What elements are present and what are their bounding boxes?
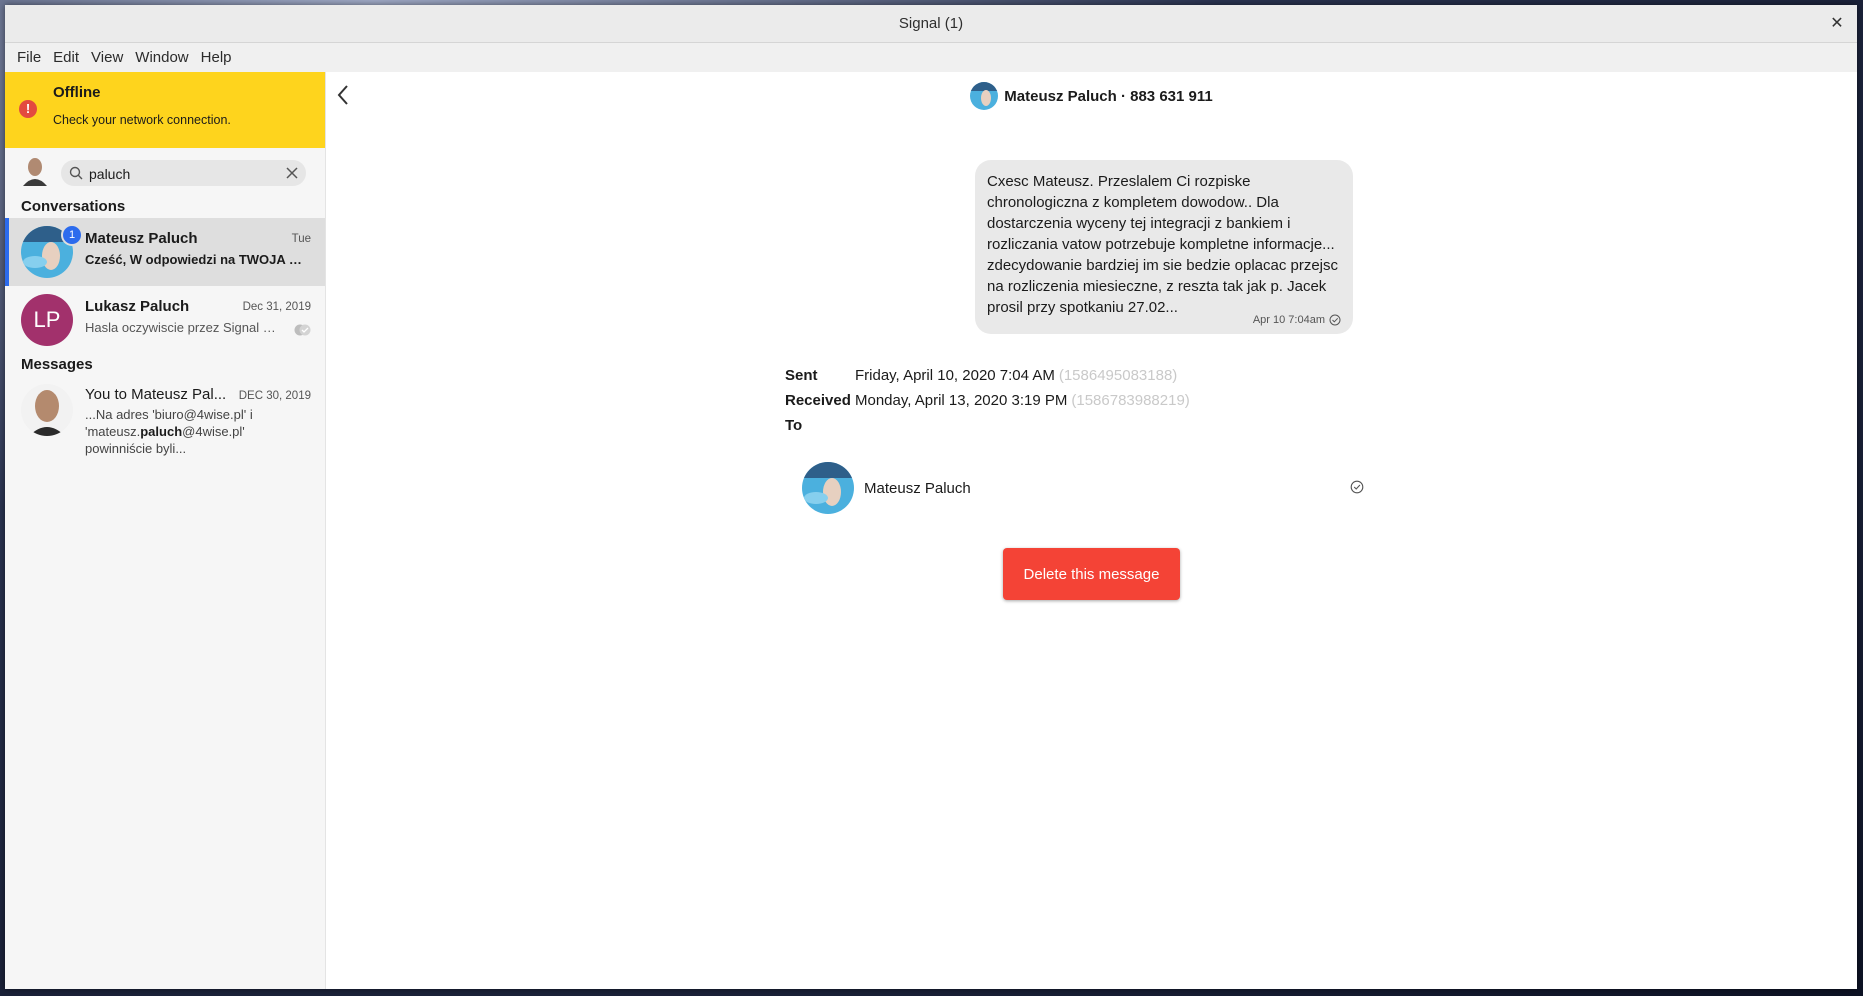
received-raw-timestamp: (1586783988219) — [1071, 392, 1190, 409]
menu-view[interactable]: View — [85, 49, 129, 66]
window-title: Signal (1) — [898, 15, 964, 32]
my-avatar-photo — [21, 156, 49, 186]
conversation-date: Tue — [291, 233, 311, 245]
message-bubble[interactable]: Cxesc Mateusz. Przeslalem Ci rozpiske ch… — [975, 160, 1353, 334]
conversation-header[interactable]: Mateusz Paluch · 883 631 911 — [326, 82, 1857, 110]
recipient-avatar-photo — [802, 462, 854, 514]
message-text: Cxesc Mateusz. Przeslalem Ci rozpiske ch… — [987, 173, 1339, 316]
message-details: Sent Friday, April 10, 2020 7:04 AM (158… — [785, 367, 1190, 442]
sent-check-icon — [1329, 314, 1341, 326]
message-result-snippet: ...Na adres 'biuro@4wise.pl' i 'mateusz.… — [85, 406, 285, 457]
to-label: To — [785, 417, 803, 434]
search-input[interactable] — [87, 163, 271, 185]
menu-bar: File Edit View Window Help — [5, 43, 1857, 73]
conversation-item-lukasz[interactable]: LP Lukasz Paluch Dec 31, 2019 Hasla oczy… — [5, 286, 325, 354]
snippet-highlight: paluch — [140, 424, 183, 439]
conversations-heading: Conversations — [21, 198, 126, 215]
sent-label: Sent — [785, 367, 818, 384]
sent-row: Sent Friday, April 10, 2020 7:04 AM (158… — [785, 367, 1190, 392]
sidebar: ! Offline Check your network connection. — [5, 72, 326, 989]
recipient-avatar — [802, 462, 854, 519]
received-label: Received — [785, 392, 851, 409]
conversation-title: Mateusz Paluch · 883 631 911 — [1004, 87, 1213, 105]
menu-file[interactable]: File — [11, 49, 47, 66]
message-meta: Apr 10 7:04am — [1253, 314, 1341, 326]
message-result-date: DEC 30, 2019 — [238, 390, 311, 402]
recipient-name: Mateusz Paluch — [864, 480, 971, 497]
offline-banner: ! Offline Check your network connection. — [5, 72, 325, 148]
message-timestamp: Apr 10 7:04am — [1252, 314, 1325, 326]
message-details-panel: Mateusz Paluch · 883 631 911 Cxesc Mateu… — [326, 72, 1857, 989]
message-result-title: You to Mateusz Pal... — [85, 386, 227, 403]
sent-value: Friday, April 10, 2020 7:04 AM — [855, 367, 1055, 384]
received-row: Received Monday, April 13, 2020 3:19 PM … — [785, 392, 1190, 417]
conversation-item-mateusz[interactable]: 1 Mateusz Paluch Tue Cześć, W odpowiedzi… — [5, 218, 325, 286]
avatar: LP — [21, 294, 73, 346]
delivery-status-icon — [1350, 480, 1364, 494]
menu-help[interactable]: Help — [195, 49, 238, 66]
read-receipt-icon — [294, 324, 311, 336]
search-icon — [69, 166, 83, 180]
my-avatar[interactable] — [21, 156, 49, 191]
search-box — [61, 160, 306, 186]
avatar-initials: LP — [21, 294, 73, 346]
search-row — [5, 148, 325, 196]
conversation-preview: Cześć, W odpowiedzi na TWOJA … — [85, 252, 302, 267]
header-avatar — [970, 82, 999, 110]
offline-message: Check your network connection. — [53, 113, 231, 127]
clear-search-icon[interactable] — [284, 165, 300, 181]
conversation-name: Mateusz Paluch — [85, 230, 198, 247]
avatar-photo — [21, 384, 73, 436]
unread-badge: 1 — [61, 224, 83, 246]
menu-edit[interactable]: Edit — [47, 49, 85, 66]
conversation-date: Dec 31, 2019 — [242, 301, 311, 313]
conversation-preview: Hasla oczywiscie przez Signal … — [85, 320, 276, 335]
messages-heading: Messages — [21, 356, 93, 373]
to-row: To — [785, 417, 1190, 442]
menu-window[interactable]: Window — [129, 49, 194, 66]
warning-icon: ! — [19, 100, 37, 118]
recipient-row[interactable]: Mateusz Paluch — [802, 462, 1372, 518]
avatar — [21, 384, 73, 441]
offline-title: Offline — [53, 84, 101, 101]
conversation-name: Lukasz Paluch — [85, 298, 190, 315]
delete-message-button[interactable]: Delete this message — [1003, 548, 1180, 600]
close-icon[interactable]: ✕ — [1827, 13, 1847, 33]
signal-window: Signal (1) ✕ File Edit View Window Help … — [5, 5, 1857, 989]
title-bar: Signal (1) ✕ — [5, 5, 1857, 43]
sent-raw-timestamp: (1586495083188) — [1058, 367, 1178, 384]
received-value: Monday, April 13, 2020 3:19 PM — [855, 392, 1068, 409]
message-search-result[interactable]: You to Mateusz Pal... DEC 30, 2019 ...Na… — [5, 376, 325, 466]
